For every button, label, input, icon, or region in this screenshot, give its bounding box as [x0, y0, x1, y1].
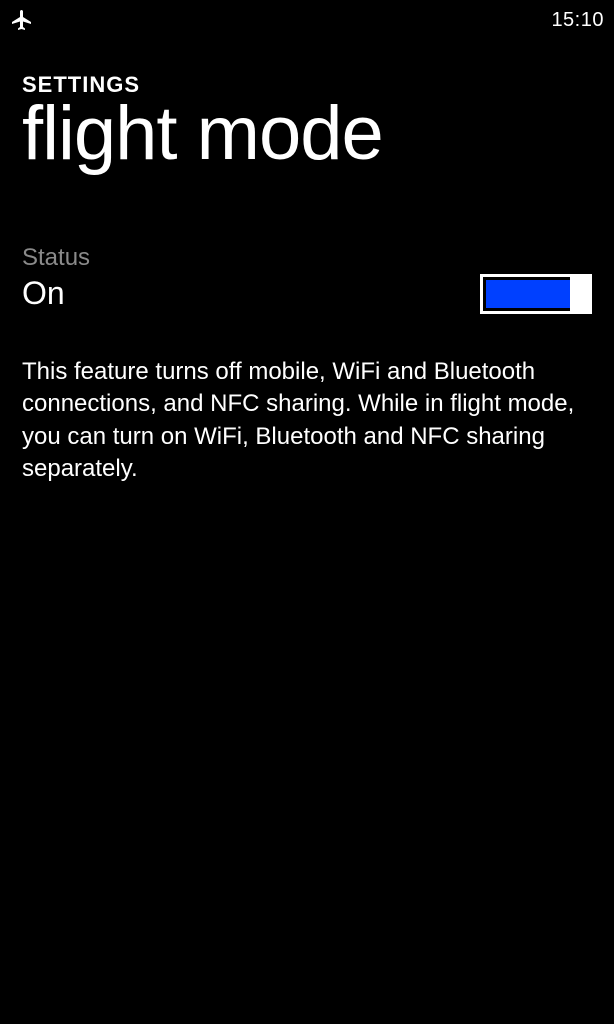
status-bar-time: 15:10 [551, 9, 604, 32]
status-row: On [22, 274, 592, 314]
status-section: Status On [22, 244, 592, 314]
status-label: Status [22, 244, 592, 272]
status-value: On [22, 275, 65, 312]
content-area: SETTINGS flight mode Status On This feat… [0, 34, 614, 485]
toggle-fill [486, 280, 570, 308]
toggle-handle [570, 274, 592, 314]
page-title: flight mode [22, 94, 592, 174]
flight-mode-toggle[interactable] [480, 274, 592, 314]
description-text: This feature turns off mobile, WiFi and … [22, 356, 592, 486]
airplane-icon [10, 8, 34, 32]
status-bar: 15:10 [0, 0, 614, 34]
